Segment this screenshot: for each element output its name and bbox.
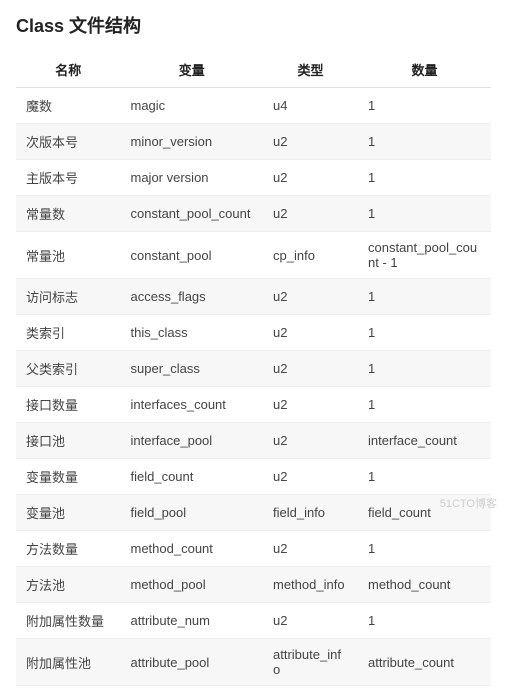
cell-type: u2 — [263, 603, 358, 639]
cell-count: 1 — [358, 88, 491, 124]
cell-type: field_info — [263, 495, 358, 531]
cell-name: 方法池 — [16, 567, 121, 603]
cell-name: 接口池 — [16, 423, 121, 459]
cell-variable: magic — [121, 88, 264, 124]
cell-name: 主版本号 — [16, 160, 121, 196]
table-row: 次版本号minor_versionu21 — [16, 124, 491, 160]
cell-type: u2 — [263, 423, 358, 459]
cell-count: 1 — [358, 603, 491, 639]
cell-variable: attribute_pool — [121, 639, 264, 686]
cell-count: 1 — [358, 124, 491, 160]
page-title: Class 文件结构 — [16, 12, 491, 38]
cell-variable: interface_pool — [121, 423, 264, 459]
cell-type: u2 — [263, 279, 358, 315]
cell-type: attribute_info — [263, 639, 358, 686]
cell-name: 方法数量 — [16, 531, 121, 567]
cell-type: method_info — [263, 567, 358, 603]
cell-variable: field_count — [121, 459, 264, 495]
cell-count: 1 — [358, 160, 491, 196]
class-file-structure-table: 名称 变量 类型 数量 魔数magicu41次版本号minor_versionu… — [16, 52, 491, 686]
cell-variable: minor_version — [121, 124, 264, 160]
cell-count: field_count — [358, 495, 491, 531]
cell-name: 接口数量 — [16, 387, 121, 423]
cell-name: 常量池 — [16, 232, 121, 279]
col-header-type: 类型 — [263, 52, 358, 88]
table-row: 接口池interface_poolu2interface_count — [16, 423, 491, 459]
cell-count: 1 — [358, 315, 491, 351]
table-row: 父类索引super_classu21 — [16, 351, 491, 387]
table-row: 变量数量field_countu21 — [16, 459, 491, 495]
cell-count: constant_pool_count - 1 — [358, 232, 491, 279]
table-row: 方法数量method_countu21 — [16, 531, 491, 567]
cell-variable: constant_pool_count — [121, 196, 264, 232]
cell-name: 父类索引 — [16, 351, 121, 387]
cell-name: 访问标志 — [16, 279, 121, 315]
cell-type: cp_info — [263, 232, 358, 279]
cell-variable: major version — [121, 160, 264, 196]
cell-name: 常量数 — [16, 196, 121, 232]
cell-type: u2 — [263, 160, 358, 196]
cell-type: u2 — [263, 315, 358, 351]
col-header-name: 名称 — [16, 52, 121, 88]
table-row: 常量数constant_pool_countu21 — [16, 196, 491, 232]
table-row: 附加属性池attribute_poolattribute_infoattribu… — [16, 639, 491, 686]
cell-count: 1 — [358, 531, 491, 567]
table-header-row: 名称 变量 类型 数量 — [16, 52, 491, 88]
cell-count: interface_count — [358, 423, 491, 459]
cell-variable: field_pool — [121, 495, 264, 531]
cell-type: u2 — [263, 387, 358, 423]
cell-name: 次版本号 — [16, 124, 121, 160]
cell-count: 1 — [358, 351, 491, 387]
cell-variable: attribute_num — [121, 603, 264, 639]
cell-count: 1 — [358, 279, 491, 315]
table-row: 访问标志access_flagsu21 — [16, 279, 491, 315]
cell-name: 变量数量 — [16, 459, 121, 495]
cell-name: 附加属性数量 — [16, 603, 121, 639]
cell-variable: method_count — [121, 531, 264, 567]
table-row: 魔数magicu41 — [16, 88, 491, 124]
cell-count: 1 — [358, 196, 491, 232]
col-header-count: 数量 — [358, 52, 491, 88]
cell-name: 魔数 — [16, 88, 121, 124]
cell-variable: access_flags — [121, 279, 264, 315]
cell-count: 1 — [358, 387, 491, 423]
cell-variable: method_pool — [121, 567, 264, 603]
cell-type: u2 — [263, 459, 358, 495]
cell-name: 附加属性池 — [16, 639, 121, 686]
table-row: 接口数量interfaces_countu21 — [16, 387, 491, 423]
cell-variable: interfaces_count — [121, 387, 264, 423]
cell-variable: this_class — [121, 315, 264, 351]
cell-count: 1 — [358, 459, 491, 495]
cell-variable: constant_pool — [121, 232, 264, 279]
table-row: 主版本号major versionu21 — [16, 160, 491, 196]
cell-count: attribute_count — [358, 639, 491, 686]
cell-name: 类索引 — [16, 315, 121, 351]
cell-type: u2 — [263, 124, 358, 160]
table-row: 附加属性数量attribute_numu21 — [16, 603, 491, 639]
table-row: 常量池constant_poolcp_infoconstant_pool_cou… — [16, 232, 491, 279]
table-row: 方法池method_poolmethod_infomethod_count — [16, 567, 491, 603]
cell-type: u2 — [263, 351, 358, 387]
table-row: 类索引this_classu21 — [16, 315, 491, 351]
table-row: 变量池field_poolfield_infofield_count — [16, 495, 491, 531]
col-header-variable: 变量 — [121, 52, 264, 88]
cell-count: method_count — [358, 567, 491, 603]
cell-type: u2 — [263, 196, 358, 232]
cell-variable: super_class — [121, 351, 264, 387]
cell-type: u2 — [263, 531, 358, 567]
cell-type: u4 — [263, 88, 358, 124]
cell-name: 变量池 — [16, 495, 121, 531]
